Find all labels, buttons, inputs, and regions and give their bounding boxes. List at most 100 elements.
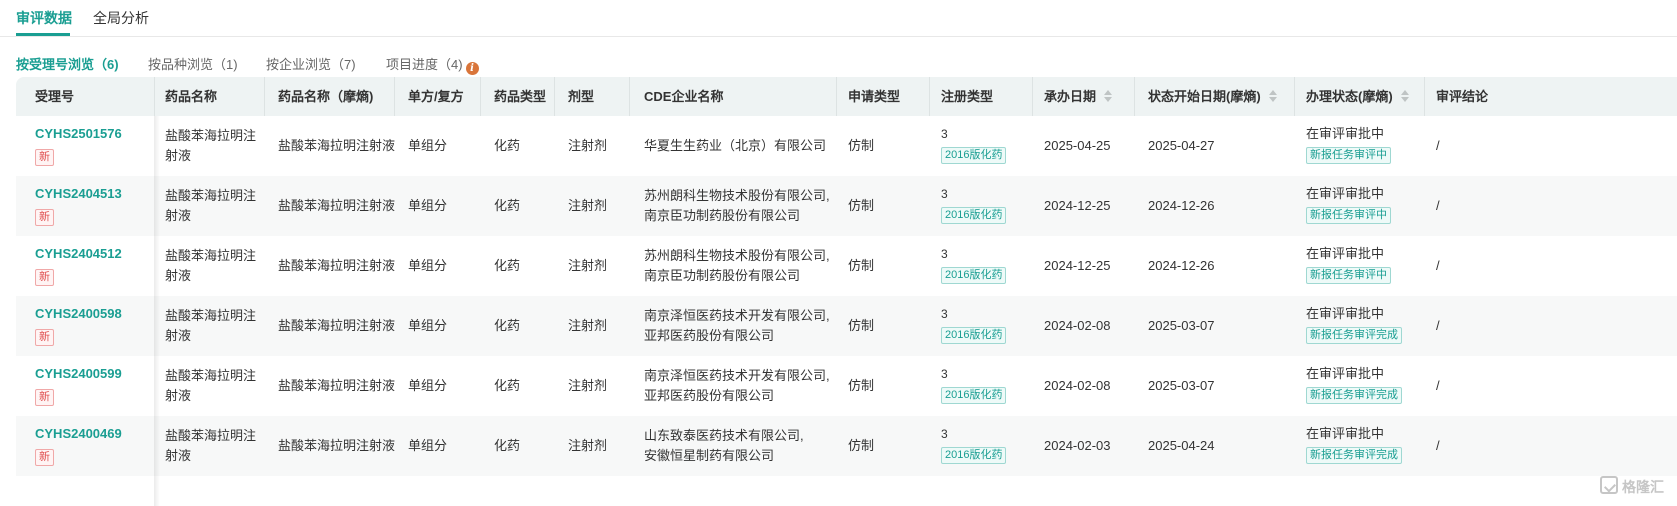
info-icon[interactable]: i [465, 62, 479, 75]
status-date: 2025-04-27 [1148, 138, 1215, 153]
table-row: CYHS2400598 新盐酸苯海拉明注 射液 盐酸苯海拉明注射液 单组分 化药 注射剂 南京… [16, 296, 1677, 356]
acceptance-no-link[interactable]: CYHS2501576 [35, 126, 122, 141]
status-tag: 新报任务审评中 [1306, 147, 1391, 164]
dosage-cell: 注射剂 [568, 136, 607, 156]
subtab-project-progress[interactable]: 项目进度（4) i [386, 54, 479, 75]
drug-name-ms: 盐酸苯海拉明注射液 [278, 138, 396, 153]
accept-date: 2024-02-08 [1044, 318, 1111, 333]
col-accept-date-header[interactable]: 承办日期 [1044, 77, 1113, 116]
dosage-form: 注射剂 [568, 138, 608, 153]
drug-type-cell: 化药 [494, 136, 520, 156]
formula-cell: 单组分 [408, 256, 447, 276]
subtab-by-variety[interactable]: 按品种浏览（1) [148, 54, 238, 73]
accept-date: 2024-02-03 [1044, 438, 1111, 453]
status-date: 2025-03-07 [1148, 318, 1215, 333]
dosage-cell: 注射剂 [568, 196, 607, 216]
accept-date-cell: 2024-02-03 [1044, 436, 1111, 456]
status-text: 在审评审批中 [1306, 126, 1385, 141]
formula-cell: 单组分 [408, 196, 447, 216]
apply-type-cell: 仿制 [848, 316, 874, 336]
apply-type: 仿制 [848, 378, 875, 393]
conclusion: / [1436, 438, 1440, 453]
accept-date: 2024-02-08 [1044, 378, 1111, 393]
col-apply-type-title: 申请类型 [848, 89, 901, 104]
col-status-header[interactable]: 办理状态(摩熵) [1306, 77, 1409, 116]
reg-type: 3 [941, 427, 948, 441]
reg-type: 3 [941, 307, 948, 321]
status-date: 2025-03-07 [1148, 378, 1215, 393]
col-formula-title: 单方/复方 [408, 89, 464, 104]
drug-name-line: 盐酸苯海拉明注 [165, 128, 257, 143]
drug-type-cell: 化药 [494, 316, 520, 336]
sub-tabs: 按受理号浏览（6) 按品种浏览（1) 按企业浏览（7) 项目进度（4) i [0, 50, 700, 75]
drug-name-ms-cell: 盐酸苯海拉明注射液 [278, 256, 395, 276]
dosage-form: 注射剂 [568, 198, 608, 213]
drug-name-line: 盐酸苯海拉明注 [165, 368, 257, 383]
apply-type: 仿制 [848, 318, 875, 333]
table-row: CYHS2400599 新盐酸苯海拉明注 射液 盐酸苯海拉明注射液 单组分 化药 注射剂 南京… [16, 356, 1677, 416]
conclusion-cell: / [1436, 136, 1440, 156]
status-date-cell: 2024-12-26 [1148, 196, 1215, 216]
new-badge: 新 [35, 329, 54, 346]
drug-name-ms: 盐酸苯海拉明注射液 [278, 438, 396, 453]
col-reg-type-title: 注册类型 [941, 89, 994, 104]
col-drug-name-ms-header: 药品名称（摩熵) [278, 77, 373, 116]
col-status-date-header[interactable]: 状态开始日期(摩熵) [1148, 77, 1277, 116]
formula: 单组分 [408, 138, 448, 153]
header-separator [154, 77, 155, 116]
reg-type-tag: 2016版化药 [941, 327, 1007, 344]
header-separator [836, 77, 837, 116]
drug-type: 化药 [494, 378, 521, 393]
checkmark-box-icon [1600, 476, 1618, 494]
col-drug-type-title: 药品类型 [494, 89, 547, 104]
apply-type: 仿制 [848, 258, 875, 273]
sort-caret-icon[interactable] [1268, 90, 1277, 102]
header-separator [1134, 77, 1135, 116]
sort-caret-icon[interactable] [1400, 90, 1409, 102]
drug-name-ms-cell: 盐酸苯海拉明注射液 [278, 316, 395, 336]
acceptance-no-link[interactable]: CYHS2400598 [35, 306, 122, 321]
status-cell: 在审评审批中 新报任务审评完成 [1306, 304, 1402, 344]
col-company-title: CDE企业名称 [644, 89, 724, 104]
tab-global-analysis[interactable]: 全局分析 [93, 8, 149, 28]
accept-date-cell: 2024-02-08 [1044, 376, 1111, 396]
apply-type: 仿制 [848, 138, 875, 153]
status-tag: 新报任务审评完成 [1306, 327, 1402, 344]
reg-type-tag: 2016版化药 [941, 207, 1007, 224]
new-badge: 新 [35, 449, 54, 466]
drug-name-line: 射液 [165, 268, 192, 283]
status-cell: 在审评审批中 新报任务审评中 [1306, 124, 1391, 164]
header-separator [629, 77, 630, 116]
tab-review-data[interactable]: 审评数据 [16, 8, 72, 28]
col-status-date-title: 状态开始日期(摩熵) [1148, 89, 1261, 104]
company-cell: 山东致泰医药技术有限公司, 安徽恒星制药有限公司 [644, 426, 804, 466]
drug-name-ms: 盐酸苯海拉明注射液 [278, 318, 396, 333]
status-date: 2024-12-26 [1148, 258, 1215, 273]
acceptance-no-link[interactable]: CYHS2404513 [35, 186, 122, 201]
subtab-by-acceptance-no[interactable]: 按受理号浏览（6) [16, 54, 119, 73]
subtab-by-company[interactable]: 按企业浏览（7) [266, 54, 356, 73]
header-separator [480, 77, 481, 116]
formula-cell: 单组分 [408, 136, 447, 156]
acceptance-no-link[interactable]: CYHS2404512 [35, 246, 122, 261]
status-cell: 在审评审批中 新报任务审评完成 [1306, 364, 1402, 404]
new-badge: 新 [35, 389, 54, 406]
reg-type-tag: 2016版化药 [941, 267, 1007, 284]
drug-name-line: 盐酸苯海拉明注 [165, 308, 257, 323]
conclusion: / [1436, 138, 1440, 153]
header-separator [554, 77, 555, 116]
acceptance-no-link[interactable]: CYHS2400599 [35, 366, 122, 381]
status-text: 在审评审批中 [1306, 426, 1385, 441]
company-cell: 苏州朗科生物技术股份有限公司, 南京臣功制药股份有限公司 [644, 186, 830, 226]
drug-name-ms-cell: 盐酸苯海拉明注射液 [278, 376, 395, 396]
reg-type-tag: 2016版化药 [941, 447, 1007, 464]
sort-caret-icon[interactable] [1104, 90, 1113, 102]
company-name: 南京泽恒医药技术开发有限公司, [644, 308, 830, 323]
drug-name-ms-cell: 盐酸苯海拉明注射液 [278, 436, 395, 456]
formula-cell: 单组分 [408, 436, 447, 456]
table-row: CYHS2404512 新盐酸苯海拉明注 射液 盐酸苯海拉明注射液 单组分 化药 注射剂 苏州… [16, 236, 1677, 296]
drug-name-ms-cell: 盐酸苯海拉明注射液 [278, 136, 395, 156]
acceptance-no-link[interactable]: CYHS2400469 [35, 426, 122, 441]
col-accept-date-title: 承办日期 [1044, 89, 1097, 104]
status-tag: 新报任务审评中 [1306, 207, 1391, 224]
